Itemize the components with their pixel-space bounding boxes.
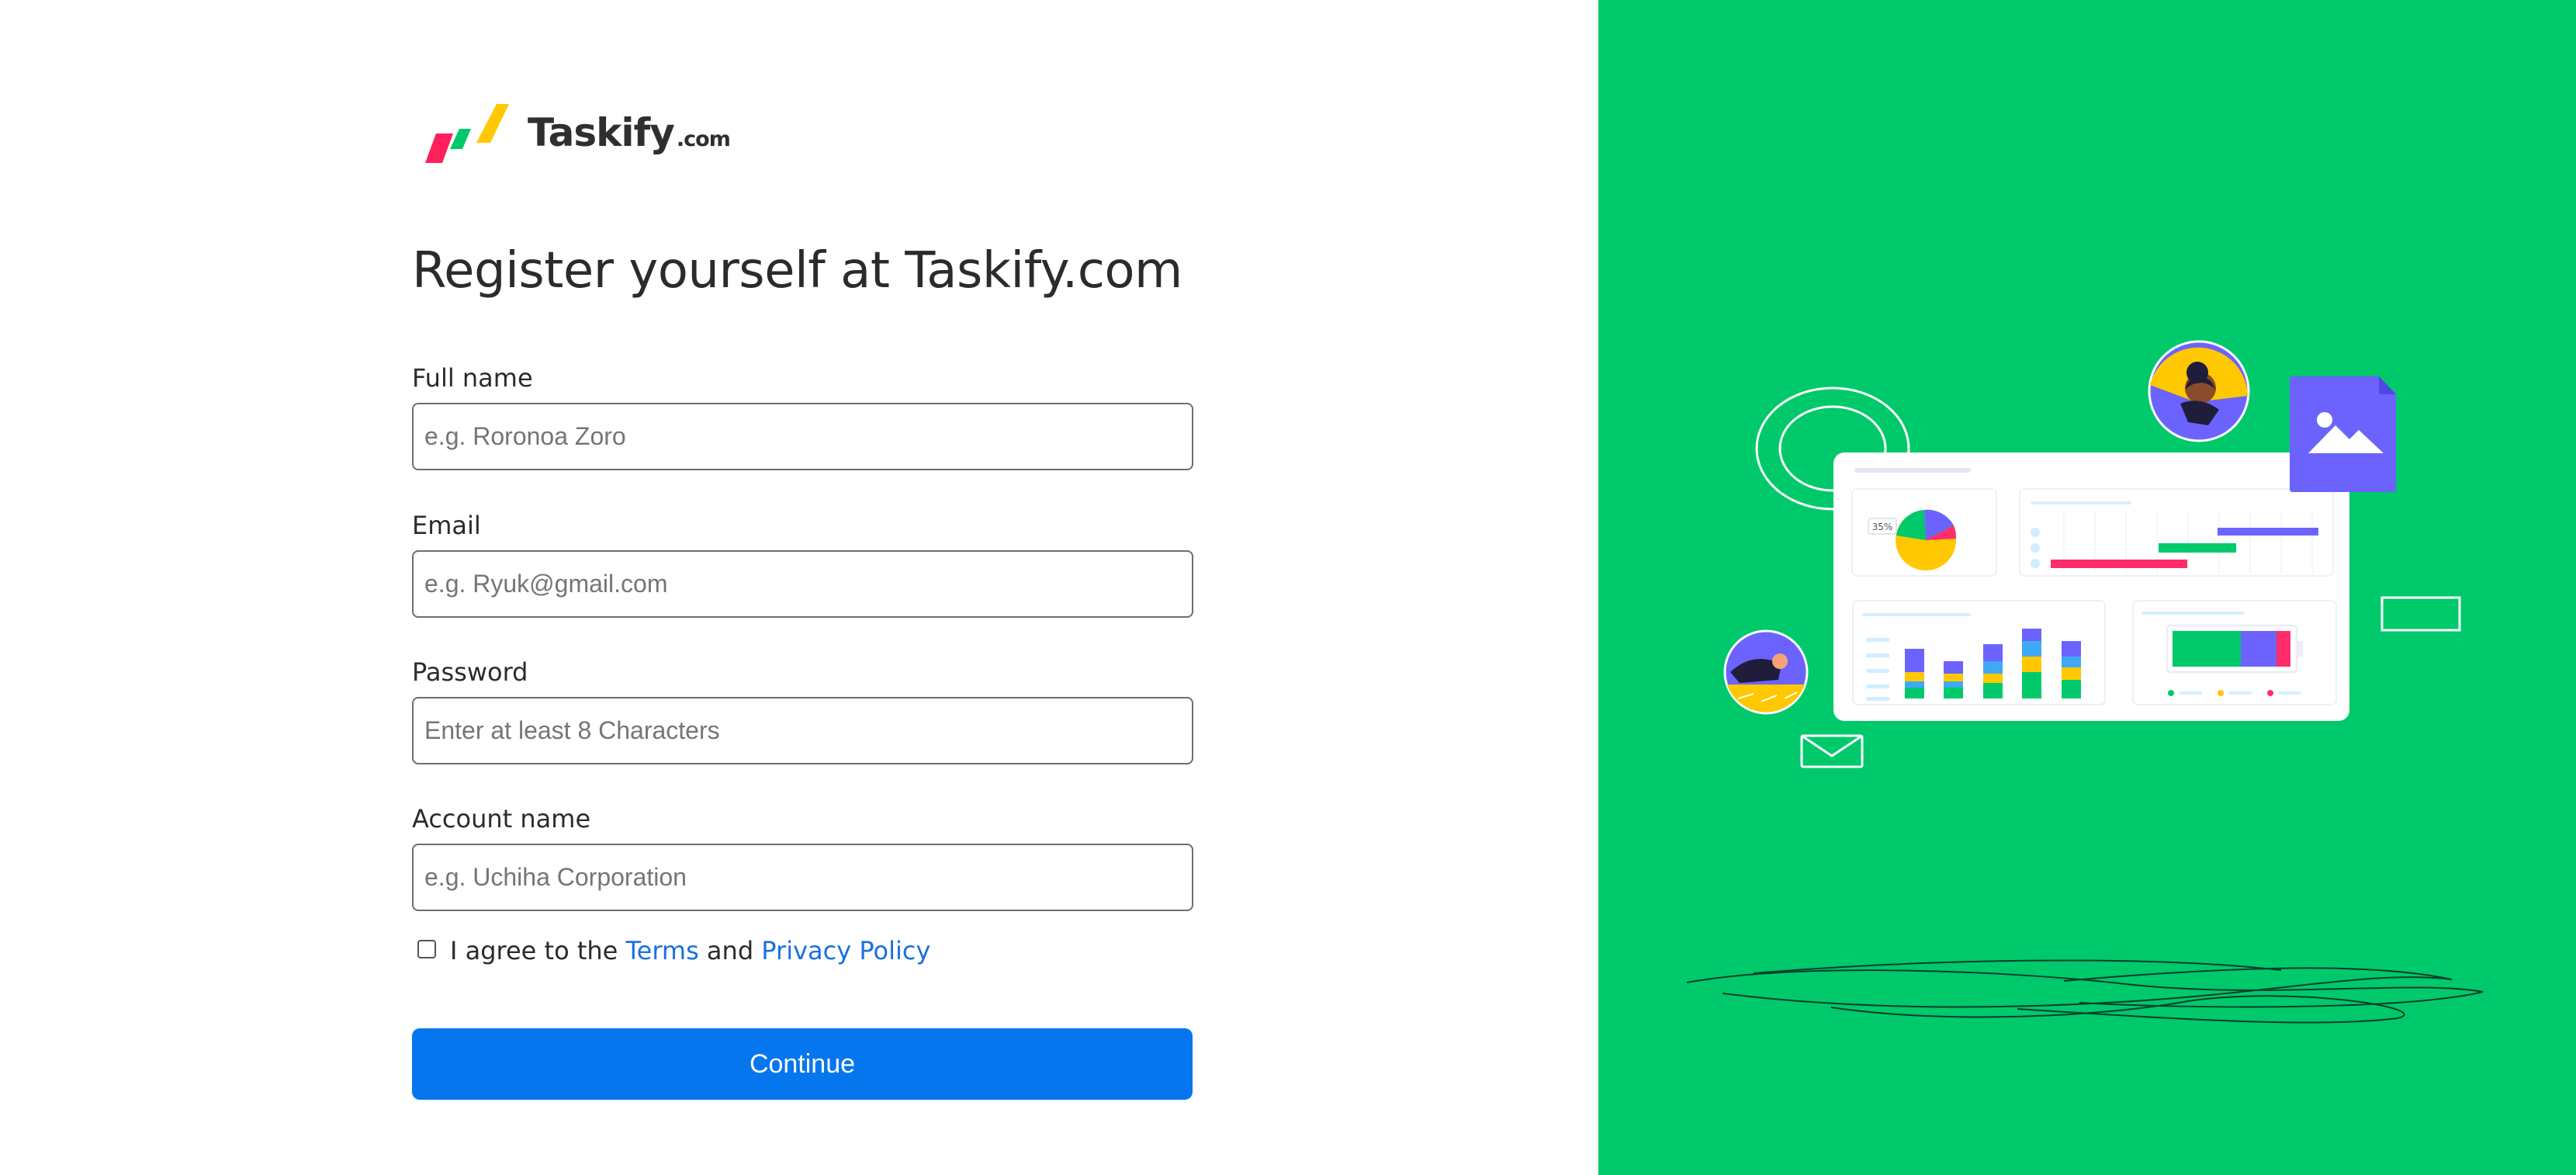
decorative-outline-rect bbox=[2380, 596, 2461, 632]
page-title: Register yourself at Taskify.com bbox=[412, 242, 1182, 300]
brand-suffix: .com bbox=[676, 127, 731, 151]
brand-name: Taskify bbox=[528, 110, 675, 155]
battery-tile bbox=[2132, 600, 2337, 705]
envelope-icon bbox=[1800, 734, 1864, 768]
account-name-input[interactable] bbox=[412, 844, 1193, 911]
image-file-icon bbox=[2290, 376, 2396, 492]
password-label: Password bbox=[412, 657, 528, 687]
terms-link[interactable]: Terms bbox=[626, 936, 699, 965]
avatar-top-icon bbox=[2148, 340, 2250, 442]
continue-button[interactable]: Continue bbox=[412, 1028, 1193, 1100]
registration-panel: Taskify .com Register yourself at Taskify… bbox=[0, 0, 1598, 1175]
illustration-panel: 35% bbox=[1598, 0, 2576, 1175]
brand-wordmark: Taskify .com bbox=[528, 110, 731, 155]
taskify-logo-mark bbox=[425, 104, 509, 163]
stacked-bar-tile bbox=[1852, 600, 2106, 705]
agree-checkbox[interactable] bbox=[417, 940, 436, 958]
gantt-tile bbox=[2019, 488, 2334, 577]
scribble-decoration bbox=[1686, 959, 2484, 1024]
agree-prefix: I agree to the bbox=[450, 936, 618, 965]
email-label: Email bbox=[412, 511, 481, 540]
brand-logo: Taskify .com bbox=[419, 101, 731, 171]
account-name-label: Account name bbox=[412, 804, 591, 834]
avatar-left-icon bbox=[1723, 629, 1809, 715]
pie-badge-label: 35% bbox=[1872, 522, 1893, 532]
agree-conjunction: and bbox=[706, 936, 754, 965]
email-input[interactable] bbox=[412, 550, 1193, 618]
terms-agreement: I agree to the Terms and Privacy Policy bbox=[417, 936, 930, 965]
password-input[interactable] bbox=[412, 697, 1193, 764]
dashboard-illustration: 35% bbox=[1686, 340, 2484, 1024]
full-name-label: Full name bbox=[412, 363, 533, 393]
privacy-policy-link[interactable]: Privacy Policy bbox=[761, 936, 930, 965]
full-name-input[interactable] bbox=[412, 403, 1193, 470]
pie-chart-tile: 35% bbox=[1851, 488, 1997, 577]
